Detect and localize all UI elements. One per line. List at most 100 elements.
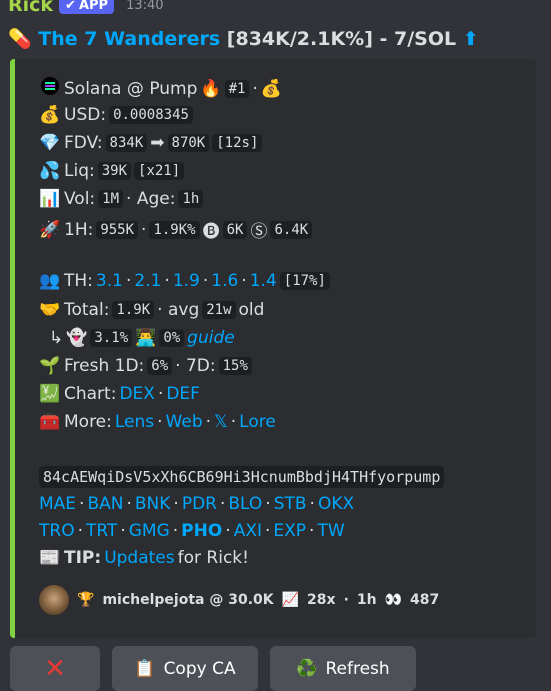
bot-link[interactable]: TRO: [39, 521, 75, 541]
contract-address: 84cAEWqiDsV5xXh6CB69Hi3HcnumBbdjH4THfyor…: [39, 466, 445, 488]
refresh-label: Refresh: [325, 658, 390, 679]
fresh-label: Fresh 1D:: [64, 356, 145, 376]
old-label: old: [238, 300, 265, 320]
fresh-1d: 6%: [147, 357, 173, 375]
clipboard-icon: 📋: [134, 658, 156, 679]
th-link[interactable]: 1.4: [250, 271, 277, 291]
h1-line: 🚀 1H: 955K · 1.9K% 🅑 6K Ⓢ 6.4K: [39, 217, 313, 242]
def-link[interactable]: DEF: [166, 384, 200, 404]
x-link[interactable]: 𝕏: [214, 412, 228, 432]
gem-icon: 💎: [39, 133, 61, 153]
timestamp: 13:40: [126, 0, 164, 13]
tip-line: 📰 TIP: Updates for Rick!: [39, 548, 249, 568]
bot-link[interactable]: TRT: [86, 521, 117, 541]
ghost-pct: 3.1%: [90, 329, 133, 347]
footer-mult: 28x: [307, 592, 336, 608]
fdv-age: [12s]: [212, 134, 263, 152]
h1-buys: 6K: [222, 220, 248, 239]
bar-chart-icon: 📊: [39, 189, 61, 209]
fresh-7d-label: · 7D:: [175, 356, 216, 376]
money-bag-icon: 💰: [39, 105, 61, 125]
h1-pct: 1.9K%: [149, 220, 200, 239]
age-value: 1h: [178, 190, 204, 208]
action-row: ✕ 📋 Copy CA ♻️ Refresh: [10, 646, 416, 691]
b-circle-icon: 🅑: [202, 222, 220, 242]
liq-value: 39K: [97, 162, 132, 180]
sub-arrow-icon: ↳: [49, 328, 64, 348]
contract-address-text[interactable]: 84cAEWqiDsV5xXh6CB69Hi3HcnumBbdjH4THfyor…: [39, 466, 445, 488]
s-circle-icon: Ⓢ: [250, 222, 268, 242]
bot-link[interactable]: GMG: [129, 521, 170, 541]
recycle-icon: ♻️: [296, 658, 318, 679]
token-name-link[interactable]: The 7 Wanderers: [38, 28, 220, 50]
chain-label: Solana @ Pump: [64, 78, 198, 99]
bot-link[interactable]: PDR: [182, 494, 217, 514]
bot-link[interactable]: STB: [274, 494, 307, 514]
copy-ca-button[interactable]: 📋 Copy CA: [112, 646, 258, 691]
copy-ca-label: Copy CA: [163, 658, 236, 679]
footer-time: 1h: [356, 592, 377, 608]
solana-icon: [39, 77, 61, 100]
trophy-icon: 🏆: [77, 592, 95, 608]
bot-link[interactable]: TW: [317, 521, 344, 541]
bot-link[interactable]: PHO: [181, 521, 222, 541]
title-stats: [834K/2.1K%] - 7/SOL: [220, 28, 463, 50]
bots-line-1: MAE · BAN · BNK · PDR · BLO · STB · OKX: [39, 494, 355, 514]
web-link[interactable]: Web: [166, 412, 203, 432]
th-link[interactable]: 1.6: [211, 271, 238, 291]
liq-line: 💦 Liq: 39K [x21]: [39, 161, 185, 181]
author-name[interactable]: Rick: [8, 0, 53, 16]
h1-label: 1H:: [64, 219, 94, 240]
usd-value: 0.0008345: [109, 106, 193, 124]
newspaper-icon: 📰: [39, 548, 61, 568]
dex-link[interactable]: DEX: [119, 384, 154, 404]
app-badge-label: APP: [78, 0, 109, 13]
total-label: Total:: [64, 300, 110, 320]
h1-volume: 955K: [96, 220, 139, 239]
age-label: · Age:: [126, 189, 176, 209]
vol-line: 📊 Vol: 1M · Age: 1h: [39, 189, 204, 209]
th-link[interactable]: 1.9: [173, 271, 200, 291]
close-icon: ✕: [44, 653, 66, 684]
guide-link[interactable]: guide: [187, 328, 235, 348]
eyes-icon: 👀: [384, 592, 403, 608]
close-button[interactable]: ✕: [10, 646, 100, 691]
th-line: 👥 TH: 3.1 · 2.1 · 1.9 · 1.6 · 1.4 [17%]: [39, 271, 330, 291]
fdv-to: 870K: [167, 134, 210, 152]
chart-line: 💹 Chart: DEX · DEF: [39, 384, 200, 404]
bot-link[interactable]: BNK: [135, 494, 171, 514]
sub-line: ↳ 👻 3.1% 👨‍💻 0% guide: [49, 328, 235, 348]
message-title: 💊 The 7 Wanderers [834K/2.1K%] - 7/SOL ⬆: [8, 27, 479, 50]
more-label: More:: [64, 412, 112, 432]
avg-value: 21w: [202, 301, 236, 319]
refresh-button[interactable]: ♻️ Refresh: [270, 646, 416, 691]
vol-label: Vol:: [64, 189, 96, 209]
bot-link[interactable]: EXP: [273, 521, 306, 541]
bot-link[interactable]: MAE: [39, 494, 76, 514]
th-link[interactable]: 2.1: [134, 271, 161, 291]
bot-link[interactable]: BAN: [87, 494, 123, 514]
usd-label: USD:: [64, 105, 107, 125]
bot-link[interactable]: OKX: [318, 494, 354, 514]
th-link[interactable]: 3.1: [96, 271, 123, 291]
tip-text: for Rick!: [177, 548, 249, 568]
footer-views: 487: [410, 592, 440, 608]
chart-yen-icon: 💹: [39, 384, 61, 404]
bots-line-2: TRO · TRT · GMG · PHO · AXI · EXP · TW: [39, 521, 345, 541]
chart-label: Chart:: [64, 384, 117, 404]
fresh-7d: 15%: [218, 357, 252, 375]
lore-link[interactable]: Lore: [239, 412, 276, 432]
more-line: 🧰 More: Lens · Web · 𝕏 · Lore: [39, 412, 276, 432]
droplets-icon: 💦: [39, 161, 61, 181]
fdv-label: FDV:: [64, 133, 103, 153]
updates-link[interactable]: Updates: [104, 548, 174, 568]
bot-link[interactable]: AXI: [234, 521, 262, 541]
check-icon: ✔: [65, 0, 76, 13]
lens-link[interactable]: Lens: [115, 412, 154, 432]
developer-icon: 👨‍💻: [135, 328, 157, 348]
fdv-from: 834K: [105, 134, 148, 152]
ghost-icon: 👻: [66, 328, 88, 348]
bot-link[interactable]: BLO: [228, 494, 262, 514]
toolbox-icon: 🧰: [39, 412, 61, 432]
tip-label: TIP:: [64, 548, 102, 568]
